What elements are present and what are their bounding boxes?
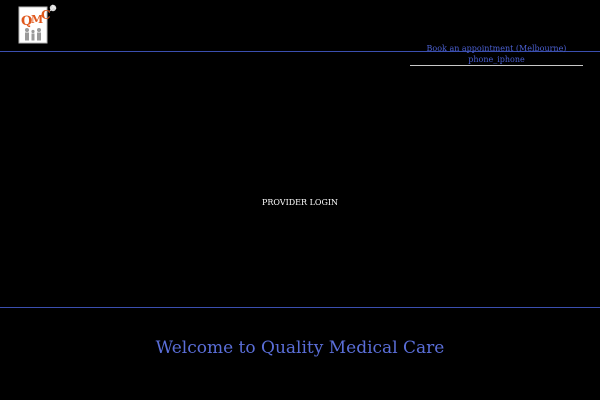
phone-link[interactable]: phone_iphone <box>410 55 583 66</box>
section-divider <box>0 307 600 308</box>
qmc-logo-image: Q M C <box>18 4 57 44</box>
page: Q M C Book an appointment (Melbourne) ph… <box>0 0 600 400</box>
welcome-heading: Welcome to Quality Medical Care <box>155 338 445 358</box>
provider-login-link[interactable]: PROVIDER LOGIN <box>0 198 600 208</box>
qmc-logo[interactable]: Q M C <box>16 3 58 45</box>
booking-box: Book an appointment (Melbourne) phone_ip… <box>410 44 583 66</box>
book-appointment-link[interactable]: Book an appointment (Melbourne) <box>410 44 583 54</box>
logo-c: C <box>41 8 51 22</box>
